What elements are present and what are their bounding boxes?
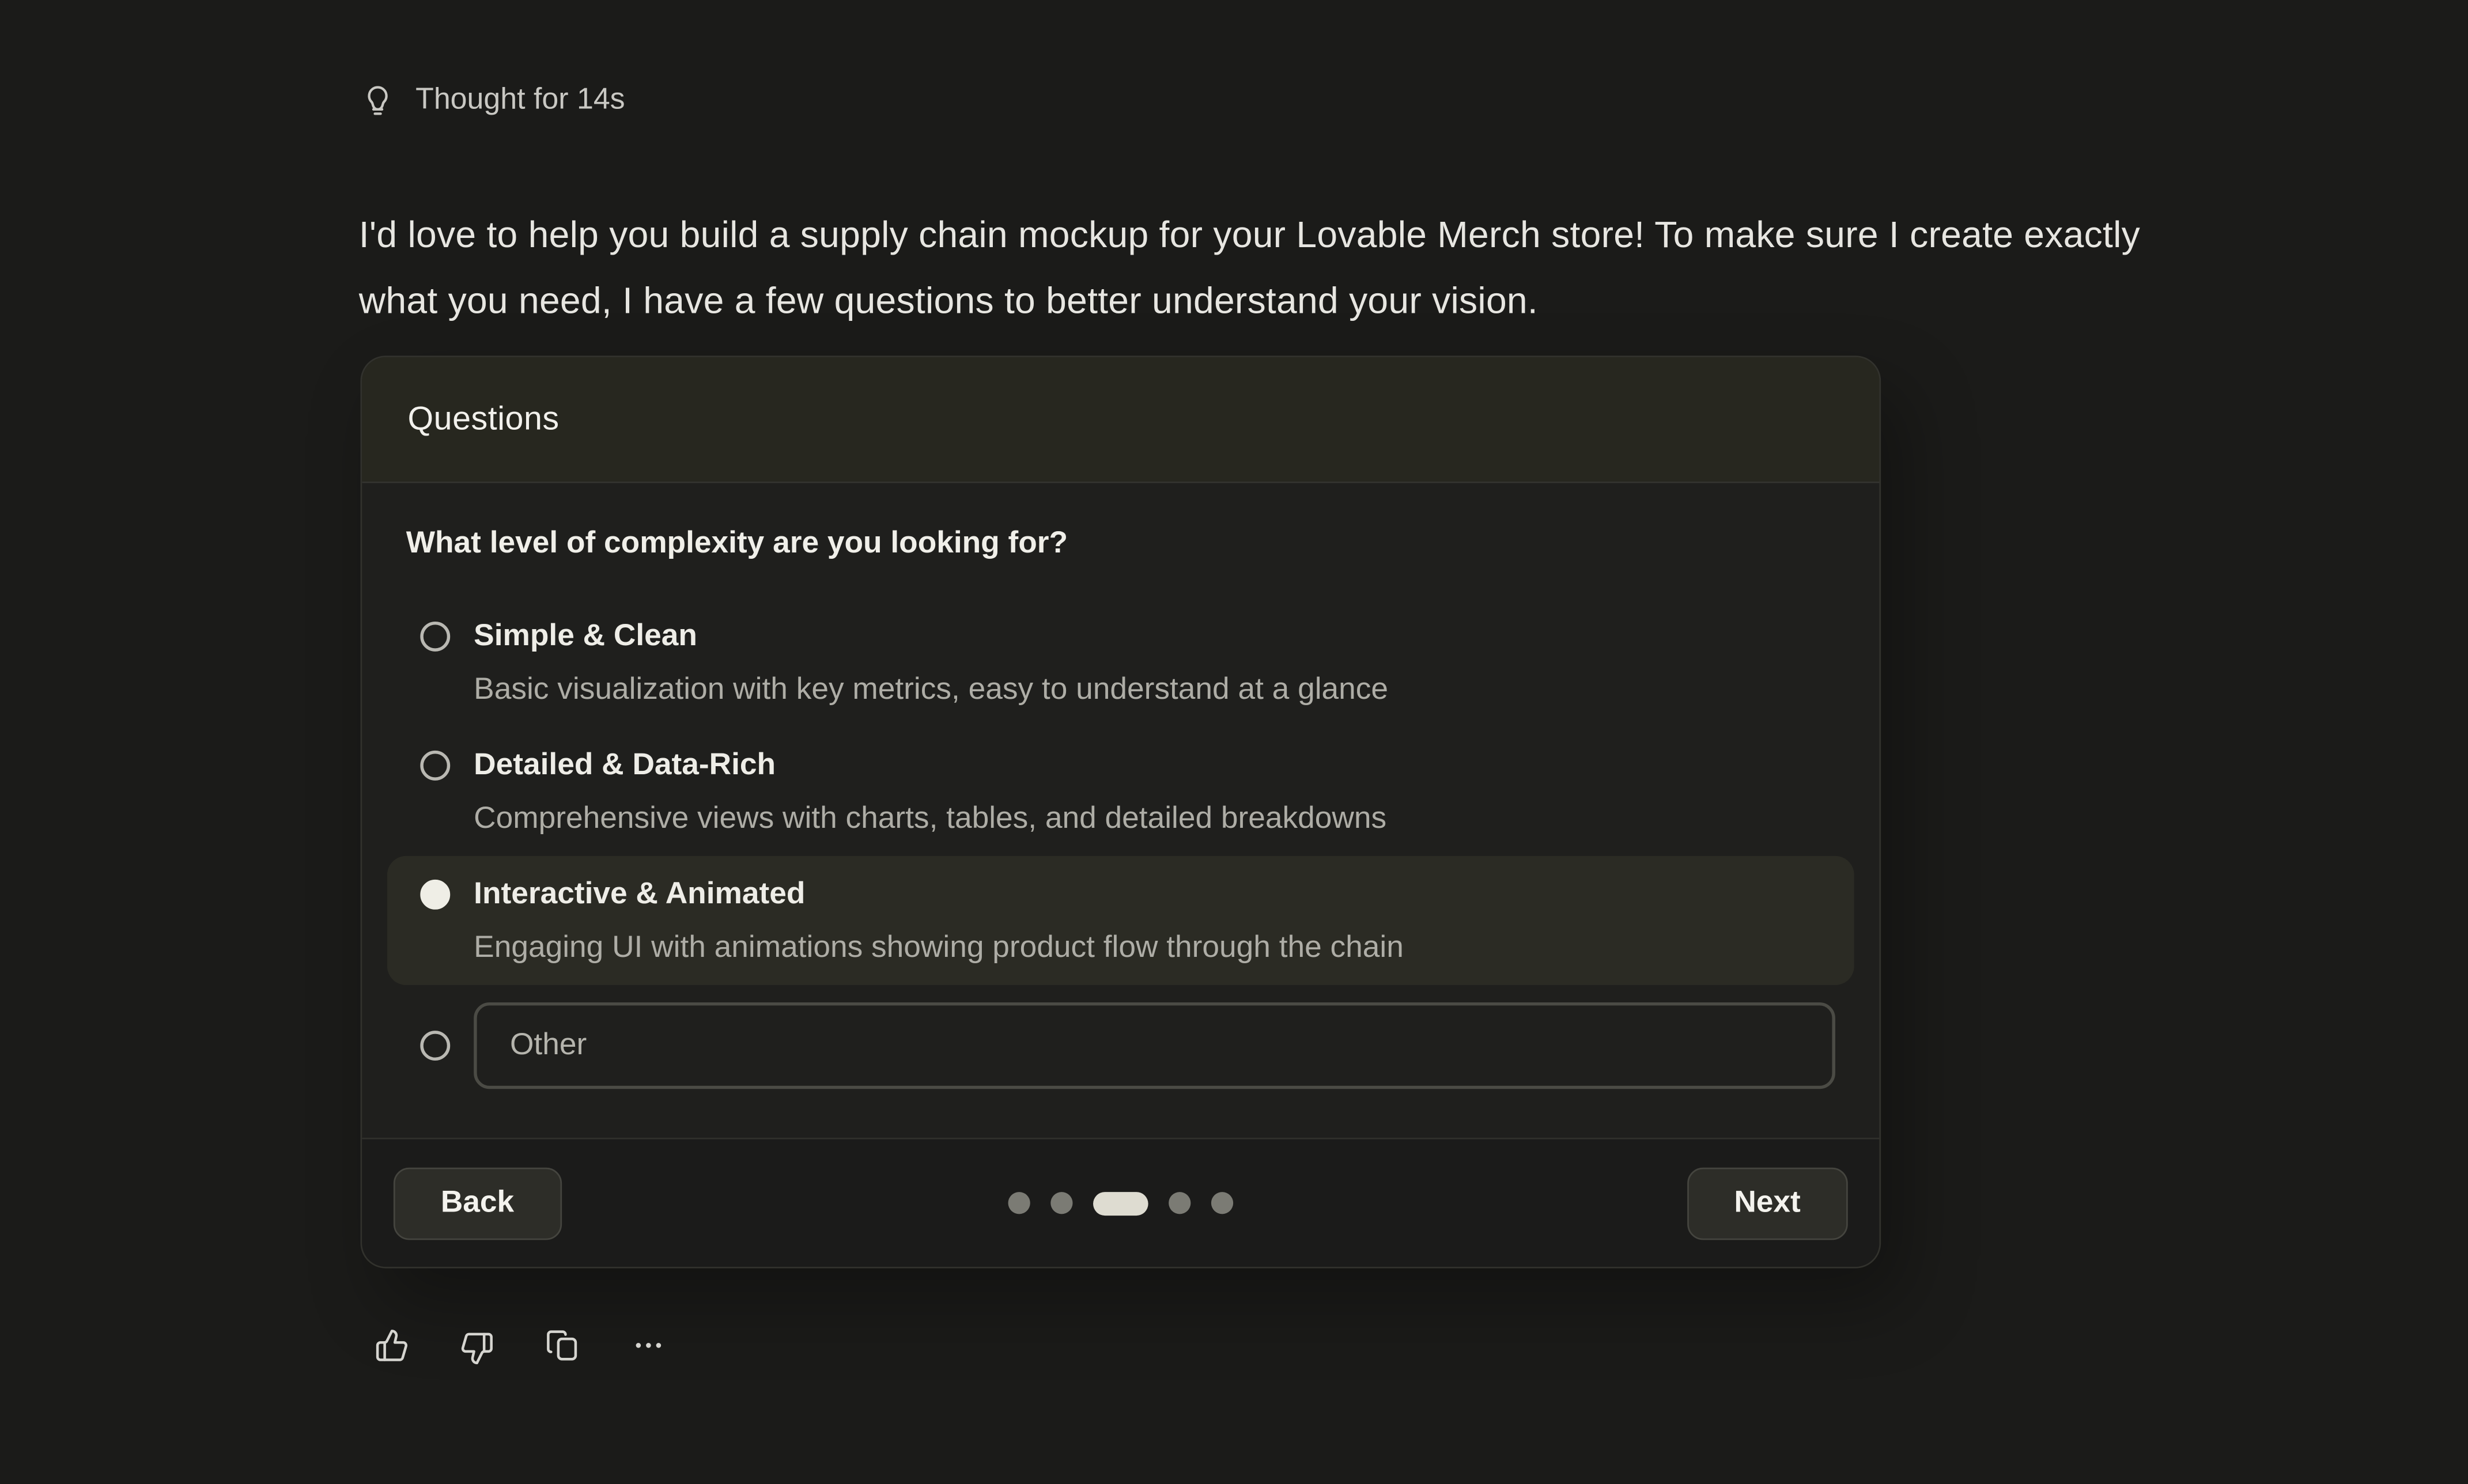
questions-card: Questions What level of complexity are y… xyxy=(361,355,1881,1268)
thumbs-up-button[interactable] xyxy=(375,1327,409,1362)
more-icon xyxy=(630,1327,668,1362)
thumbs-up-icon xyxy=(375,1327,409,1362)
copy-icon xyxy=(545,1327,579,1362)
card-title: Questions xyxy=(407,400,559,438)
copy-button[interactable] xyxy=(545,1327,579,1362)
radio-icon[interactable] xyxy=(420,622,450,652)
radio-icon[interactable] xyxy=(420,751,450,781)
questions-card-header: Questions xyxy=(362,357,1879,483)
option-text: Interactive & Animated Engaging UI with … xyxy=(474,873,1835,968)
option-title: Detailed & Data-Rich xyxy=(474,744,1835,785)
pagination-dot[interactable] xyxy=(1169,1192,1190,1214)
option-simple-clean[interactable]: Simple & Clean Basic visualization with … xyxy=(387,598,1854,727)
thumbs-down-icon xyxy=(460,1331,494,1366)
option-detailed-data-rich[interactable]: Detailed & Data-Rich Comprehensive views… xyxy=(387,727,1854,856)
question-text: What level of complexity are you looking… xyxy=(406,525,1835,562)
pagination-dot-active[interactable] xyxy=(1093,1191,1148,1215)
pagination-dot[interactable] xyxy=(1050,1192,1072,1214)
option-interactive-animated[interactable]: Interactive & Animated Engaging UI with … xyxy=(387,856,1854,985)
option-text: Simple & Clean Basic visualization with … xyxy=(474,615,1835,710)
pagination-dot[interactable] xyxy=(1211,1192,1233,1214)
option-text: Detailed & Data-Rich Comprehensive views… xyxy=(474,744,1835,839)
more-options-button[interactable] xyxy=(630,1327,668,1362)
thought-duration-row[interactable]: Thought for 14s xyxy=(361,84,625,118)
assistant-message: I'd love to help you build a supply chai… xyxy=(359,200,2197,332)
option-description: Basic visualization with key metrics, ea… xyxy=(474,669,1835,710)
thumbs-down-button[interactable] xyxy=(460,1331,494,1366)
message-actions-row xyxy=(375,1323,667,1366)
option-other[interactable] xyxy=(387,985,1854,1105)
next-button[interactable]: Next xyxy=(1687,1167,1847,1239)
radio-icon[interactable] xyxy=(420,1031,450,1061)
option-description: Engaging UI with animations showing prod… xyxy=(474,927,1835,968)
option-title: Interactive & Animated xyxy=(474,873,1835,914)
thought-duration-label: Thought for 14s xyxy=(415,84,625,118)
option-description: Comprehensive views with charts, tables,… xyxy=(474,798,1835,839)
other-option-input[interactable] xyxy=(474,1002,1835,1089)
pagination-dot[interactable] xyxy=(1008,1192,1030,1214)
back-button[interactable]: Back xyxy=(394,1167,561,1239)
chat-message-area: Thought for 14s I'd love to help you bui… xyxy=(0,0,2468,1484)
pagination-dots xyxy=(1008,1191,1234,1215)
lightbulb-icon xyxy=(361,84,395,118)
option-title: Simple & Clean xyxy=(474,615,1835,656)
questions-card-body: What level of complexity are you looking… xyxy=(362,483,1879,1105)
questions-card-footer: Back Next xyxy=(362,1138,1879,1267)
radio-selected-icon[interactable] xyxy=(420,880,450,910)
